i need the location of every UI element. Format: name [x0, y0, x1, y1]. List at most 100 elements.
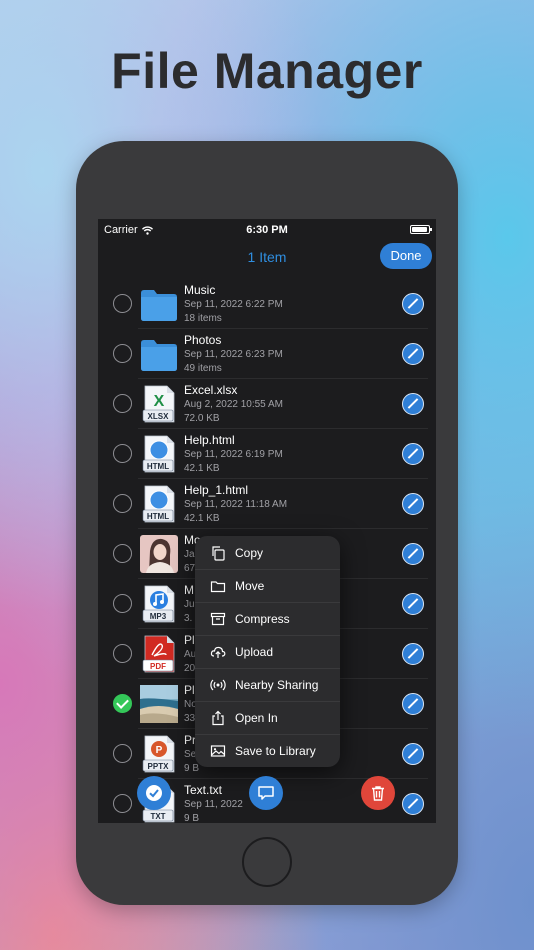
- clock: 6:30 PM: [246, 224, 288, 236]
- folder-icon: [140, 335, 178, 373]
- file-row[interactable]: Music Sep 11, 2022 6:22 PM 18 items: [98, 279, 436, 329]
- menu-item-label: Save to Library: [235, 744, 316, 758]
- selection-checkbox[interactable]: [113, 344, 132, 363]
- file-size: 9 B: [184, 813, 200, 823]
- selection-checkbox[interactable]: [113, 294, 132, 313]
- archive-icon: [209, 610, 227, 628]
- selection-checkbox[interactable]: [113, 444, 132, 463]
- app-screen: Carrier 6:30 PM 1 Item Done Music Sep 11,…: [98, 219, 436, 823]
- rename-button[interactable]: [402, 393, 424, 415]
- menu-item-open-in[interactable]: Open In: [195, 701, 340, 734]
- xlsx-icon: X XLSX: [140, 385, 178, 423]
- rename-button[interactable]: [402, 743, 424, 765]
- file-row[interactable]: HTML Help.html Sep 11, 2022 6:19 PM 42.1 KB: [98, 429, 436, 479]
- selection-checkbox[interactable]: [113, 644, 132, 663]
- svg-text:P: P: [156, 745, 163, 756]
- file-date: Sep 11, 2022 6:19 PM: [184, 449, 283, 460]
- selection-checkbox[interactable]: [113, 594, 132, 613]
- menu-item-label: Copy: [235, 545, 264, 560]
- folder-icon: [140, 285, 178, 323]
- rename-button[interactable]: [402, 793, 424, 815]
- rename-button[interactable]: [402, 643, 424, 665]
- nearby-sharing-icon: [209, 676, 227, 694]
- menu-item-label: Nearby Sharing: [235, 678, 319, 692]
- selection-checkbox[interactable]: [113, 394, 132, 413]
- file-size: 20: [184, 663, 196, 674]
- file-size: 67: [184, 563, 196, 574]
- file-size: 42.1 KB: [184, 513, 220, 524]
- pdf-icon: PDF: [140, 635, 178, 673]
- svg-text:XLSX: XLSX: [148, 412, 170, 421]
- file-name: Text.txt: [184, 783, 223, 797]
- menu-item-label: Open In: [235, 711, 278, 725]
- delete-button[interactable]: [361, 776, 395, 810]
- battery-icon: [410, 225, 432, 234]
- menu-item-upload[interactable]: Upload: [195, 635, 340, 668]
- file-name: Pl: [184, 633, 195, 647]
- rename-button[interactable]: [402, 493, 424, 515]
- context-menu: Copy Move Compress Upload Nearby Sharing Open…: [195, 536, 340, 767]
- file-date: Sep 11, 2022 11:18 AM: [184, 499, 288, 510]
- select-all-button[interactable]: [137, 776, 171, 810]
- svg-text:PDF: PDF: [150, 662, 166, 671]
- photo-library-icon: [209, 742, 227, 760]
- home-button[interactable]: [242, 837, 292, 887]
- rename-button[interactable]: [402, 593, 424, 615]
- file-size: 3.: [184, 613, 193, 624]
- file-date: Sep 11, 2022: [184, 799, 243, 810]
- done-button[interactable]: Done: [380, 243, 432, 269]
- selection-checkbox[interactable]: [113, 744, 132, 763]
- file-name: Help_1.html: [184, 483, 249, 497]
- file-size: 18 items: [184, 313, 222, 324]
- selection-checkbox[interactable]: [113, 494, 132, 513]
- file-size: 72.0 KB: [184, 413, 220, 424]
- file-date: Ju: [184, 599, 195, 610]
- svg-text:TXT: TXT: [150, 812, 165, 821]
- file-name: M: [184, 583, 194, 597]
- file-size: 42.1 KB: [184, 463, 220, 474]
- menu-item-label: Compress: [235, 612, 290, 626]
- photo-thumbnail-portrait: [140, 535, 178, 573]
- file-name: Music: [184, 283, 216, 297]
- headline: File Manager: [111, 43, 423, 99]
- file-row[interactable]: Photos Sep 11, 2022 6:23 PM 49 items: [98, 329, 436, 379]
- menu-item-move[interactable]: Move: [195, 569, 340, 602]
- share-icon: [209, 709, 227, 727]
- rename-button[interactable]: [402, 443, 424, 465]
- chat-bubble-icon: [258, 786, 274, 800]
- rename-button[interactable]: [402, 293, 424, 315]
- file-row[interactable]: HTML Help_1.html Sep 11, 2022 11:18 AM 42.1…: [98, 479, 436, 529]
- rename-button[interactable]: [402, 543, 424, 565]
- file-date: Sep 11, 2022 6:23 PM: [184, 349, 283, 360]
- html-icon: HTML: [140, 485, 178, 523]
- selection-checkbox[interactable]: [113, 544, 132, 563]
- file-date: Aug 2, 2022 10:55 AM: [184, 399, 283, 410]
- menu-item-label: Upload: [235, 645, 274, 659]
- nav-bar: 1 Item Done: [98, 241, 436, 281]
- cloud-upload-icon: [209, 643, 227, 661]
- file-date: Ja: [184, 549, 195, 560]
- selection-checkbox[interactable]: [113, 794, 132, 813]
- selection-checkbox[interactable]: [113, 694, 132, 713]
- menu-item-compress[interactable]: Compress: [195, 602, 340, 635]
- svg-text:MP3: MP3: [150, 612, 167, 621]
- svg-text:HTML: HTML: [147, 462, 169, 471]
- photo-thumbnail-beach: [140, 685, 178, 723]
- menu-item-copy[interactable]: Copy: [195, 536, 340, 569]
- file-size: 33: [184, 713, 196, 724]
- comment-button[interactable]: [249, 776, 283, 810]
- file-row[interactable]: X XLSX Excel.xlsx Aug 2, 2022 10:55 AM 72.0 …: [98, 379, 436, 429]
- file-name: Excel.xlsx: [184, 383, 238, 397]
- file-name: Photos: [184, 333, 222, 347]
- pptx-icon: P PPTX: [140, 735, 178, 773]
- rename-button[interactable]: [402, 693, 424, 715]
- svg-text:PPTX: PPTX: [148, 762, 170, 771]
- mp3-icon: MP3: [140, 585, 178, 623]
- status-bar: Carrier 6:30 PM: [98, 219, 436, 241]
- rename-button[interactable]: [402, 343, 424, 365]
- menu-item-save-to-library[interactable]: Save to Library: [195, 734, 340, 767]
- svg-text:X: X: [154, 393, 165, 410]
- file-name: Pl: [184, 683, 195, 697]
- menu-item-nearby-sharing[interactable]: Nearby Sharing: [195, 668, 340, 701]
- menu-item-label: Move: [235, 579, 265, 593]
